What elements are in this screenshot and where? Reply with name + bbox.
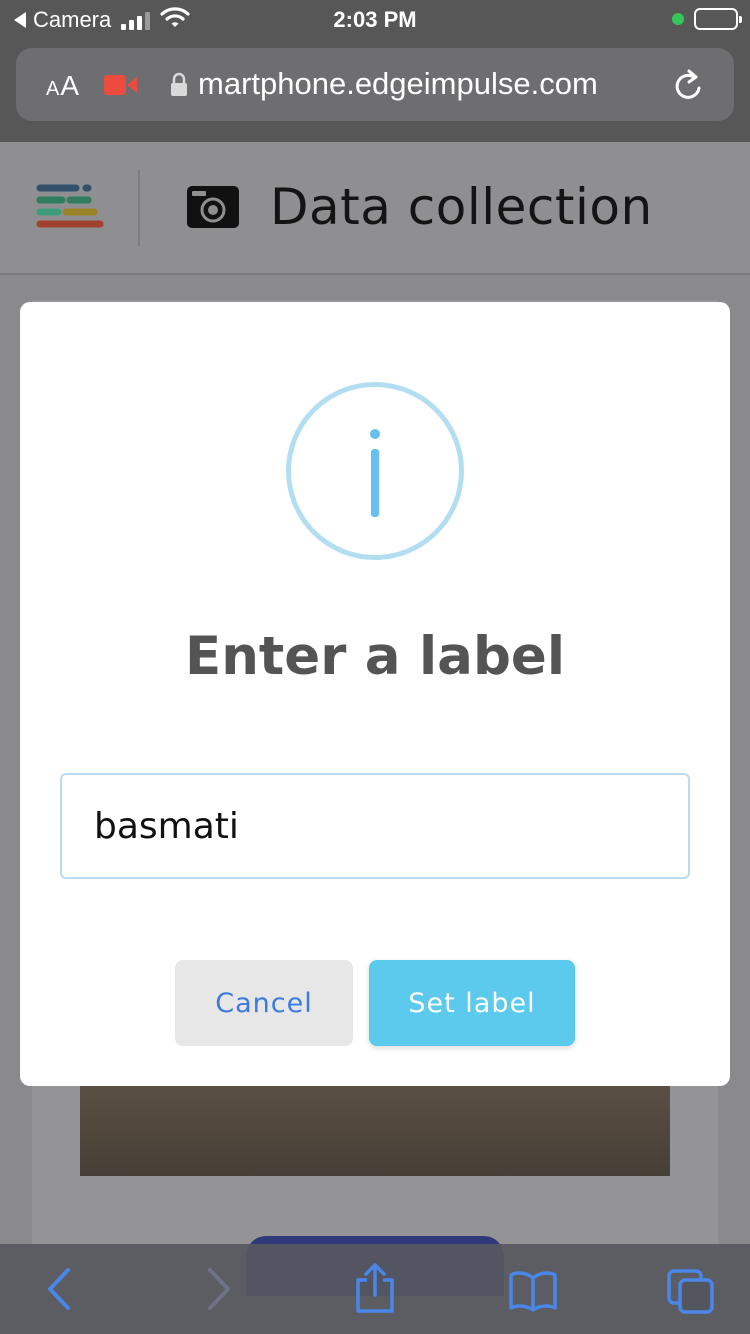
text-size-button[interactable]: AA	[46, 70, 80, 102]
menu-logo-icon[interactable]	[36, 184, 104, 237]
camera-in-use-indicator	[672, 13, 684, 25]
lock-icon	[170, 72, 188, 103]
status-right	[672, 8, 742, 30]
back-arrow-icon[interactable]	[44, 1266, 72, 1317]
label-dialog: Enter a label Cancel Set label	[20, 302, 730, 1086]
status-bar: Camera 2:03 PM	[0, 0, 750, 40]
camera-icon	[186, 182, 240, 235]
dialog-title: Enter a label	[184, 626, 565, 687]
battery-icon	[694, 8, 742, 30]
bookmarks-icon[interactable]	[508, 1270, 558, 1317]
forward-arrow-icon[interactable]	[206, 1266, 234, 1317]
header-divider	[138, 170, 140, 246]
clock: 2:03 PM	[333, 7, 417, 32]
address-bar[interactable]: AA martphone.edgeimpulse.com	[16, 48, 734, 121]
reload-icon[interactable]	[672, 68, 706, 109]
tabs-icon[interactable]	[666, 1268, 716, 1319]
url-text[interactable]: martphone.edgeimpulse.com	[198, 66, 668, 106]
cancel-button[interactable]: Cancel	[175, 960, 353, 1046]
screen-recording-icon[interactable]	[104, 74, 138, 101]
camera-preview	[80, 1080, 670, 1176]
browser-chrome: AA martphone.edgeimpulse.com	[0, 40, 750, 142]
set-label-button[interactable]: Set label	[369, 960, 575, 1046]
page-title: Data collection	[270, 178, 653, 236]
label-input[interactable]	[60, 773, 690, 879]
share-icon[interactable]	[354, 1262, 396, 1319]
page-header: Data collection	[0, 142, 750, 275]
info-icon	[286, 382, 464, 560]
browser-toolbar	[0, 1244, 750, 1334]
